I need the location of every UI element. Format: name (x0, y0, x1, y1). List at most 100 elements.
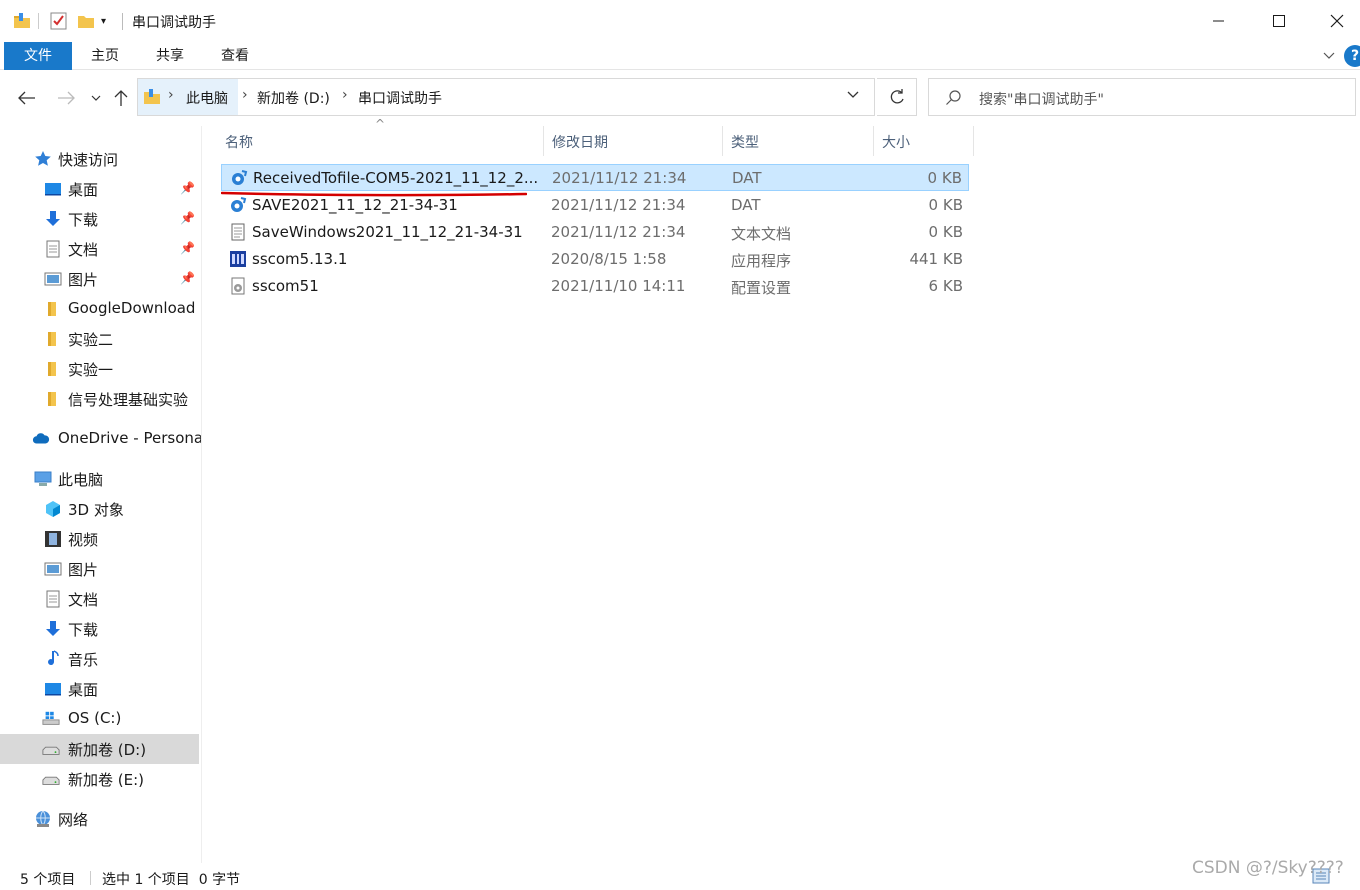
sidebar-item-desktop[interactable]: 桌面 📌 (0, 174, 199, 204)
application-icon (230, 251, 246, 267)
maximize-button[interactable] (1256, 0, 1302, 42)
system-drive-icon (42, 711, 60, 725)
sidebar-item-label: OneDrive - Persona (58, 429, 202, 447)
sidebar-item-videos[interactable]: 视频 (0, 524, 199, 554)
search-box[interactable]: 搜索"串口调试助手" (928, 78, 1356, 116)
sidebar-item-pc-pictures[interactable]: 图片 (0, 554, 199, 584)
file-name: ReceivedTofile-COM5-2021_11_12_2... (253, 169, 539, 187)
sidebar-item-music[interactable]: 音乐 (0, 644, 199, 674)
file-row[interactable]: sscom5.13.1 2020/8/15 1:58 应用程序 441 KB (221, 246, 969, 273)
file-row[interactable]: SaveWindows2021_11_12_21-34-31 2021/11/1… (221, 219, 969, 246)
search-input[interactable]: 搜索"串口调试助手" (979, 89, 1104, 109)
navigation-bar: › 此电脑 › 新加卷 (D:) › 串口调试助手 搜索"串口调试助手" (0, 70, 1360, 126)
file-size: 0 KB (928, 223, 963, 241)
close-button[interactable] (1314, 0, 1360, 42)
download-icon (46, 621, 60, 636)
sidebar-item-documents[interactable]: 文档 📌 (0, 234, 199, 264)
sidebar-item-label: 桌面 (68, 181, 99, 199)
sidebar-item-onedrive[interactable]: OneDrive - Persona (0, 424, 202, 454)
chevron-right-icon[interactable]: › (342, 87, 348, 103)
help-button[interactable]: ? (1344, 45, 1360, 67)
ribbon-tabs: 文件 主页 共享 查看 ? (0, 42, 1360, 70)
pin-icon[interactable]: 📌 (180, 241, 195, 255)
sidebar-item-downloads[interactable]: 下载 📌 (0, 204, 199, 234)
tab-home[interactable]: 主页 (80, 42, 130, 70)
sidebar-item-pictures[interactable]: 图片 📌 (0, 264, 199, 294)
sidebar-item-this-pc[interactable]: 此电脑 (0, 464, 199, 494)
sidebar-item-label: 新加卷 (D:) (68, 741, 147, 759)
file-name: sscom5.13.1 (252, 250, 348, 268)
file-size: 0 KB (928, 196, 963, 214)
computer-icon (34, 471, 52, 486)
customize-toolbar-icon[interactable]: ▾ (101, 10, 106, 32)
divider (38, 13, 39, 29)
picture-icon (44, 562, 62, 576)
sidebar-item-label: GoogleDownload (68, 299, 196, 317)
sidebar-item-quick-access[interactable]: 快速访问 (0, 144, 199, 174)
expand-ribbon-icon[interactable] (1322, 48, 1336, 66)
sidebar-item-label: 此电脑 (58, 471, 104, 489)
address-dropdown-icon[interactable] (846, 87, 860, 105)
folder-icon (48, 362, 56, 376)
tab-share[interactable]: 共享 (145, 42, 195, 70)
sidebar-item-pc-desktop[interactable]: 桌面 (0, 674, 199, 704)
file-date: 2021/11/10 14:11 (551, 277, 686, 295)
sidebar-item-experiment-2[interactable]: 实验二 (0, 324, 199, 354)
file-row[interactable]: ReceivedTofile-COM5-2021_11_12_2... 2021… (221, 164, 969, 191)
column-header-label: 修改日期 (552, 135, 608, 151)
file-date: 2021/11/12 21:34 (552, 169, 687, 187)
sidebar-item-experiment-1[interactable]: 实验一 (0, 354, 199, 384)
pin-icon[interactable]: 📌 (180, 211, 195, 225)
sidebar-item-label: 文档 (68, 241, 99, 259)
sidebar-item-pc-downloads[interactable]: 下载 (0, 614, 199, 644)
desktop-icon (45, 683, 61, 696)
sidebar-item-label: 快速访问 (58, 151, 119, 169)
document-icon (46, 590, 60, 608)
back-button[interactable] (15, 86, 39, 110)
sidebar-item-drive-d[interactable]: 新加卷 (D:) (0, 734, 199, 764)
folder-icon (48, 332, 56, 346)
breadcrumb-current-folder[interactable]: 串口调试助手 (358, 88, 442, 108)
file-row[interactable]: sscom51 2021/11/10 14:11 配置设置 6 KB (221, 273, 969, 300)
red-underline-annotation (221, 191, 527, 197)
new-folder-icon[interactable] (77, 10, 95, 32)
tab-file[interactable]: 文件 (4, 42, 72, 70)
column-header-size[interactable]: 大小 (874, 126, 974, 156)
file-size: 0 KB (927, 169, 962, 187)
sidebar-item-drive-c[interactable]: OS (C:) (0, 704, 199, 734)
sidebar-item-label: 实验一 (68, 361, 114, 379)
pin-icon[interactable]: 📌 (180, 181, 195, 195)
file-date: 2021/11/12 21:34 (551, 223, 686, 241)
sidebar-item-pc-documents[interactable]: 文档 (0, 584, 199, 614)
status-bar: 5 个项目 选中 1 个项目 0 字节 (0, 863, 1360, 890)
recent-locations-button[interactable] (84, 86, 108, 110)
sidebar-item-label: 音乐 (68, 651, 99, 669)
address-bar[interactable]: › 此电脑 › 新加卷 (D:) › 串口调试助手 (137, 78, 875, 116)
refresh-button[interactable] (877, 78, 917, 116)
chevron-right-icon[interactable]: › (242, 87, 248, 103)
column-header-date[interactable]: 修改日期 (544, 126, 723, 156)
folder-icon (48, 392, 56, 406)
properties-icon[interactable] (50, 10, 68, 32)
cube-icon (46, 501, 60, 517)
watermark: CSDN @?/Sky???? (1192, 858, 1344, 878)
sidebar-item-3d-objects[interactable]: 3D 对象 (0, 494, 199, 524)
column-header-name[interactable]: 名称 ^ (217, 117, 544, 156)
music-note-icon (48, 650, 59, 666)
sidebar-item-signal-processing[interactable]: 信号处理基础实验 (0, 384, 199, 414)
search-icon (946, 90, 961, 105)
column-header-type[interactable]: 类型 (723, 126, 874, 156)
divider (90, 871, 91, 885)
sidebar-item-network[interactable]: 网络 (0, 804, 199, 834)
forward-button[interactable] (54, 86, 78, 110)
breadcrumb-drive-d[interactable]: 新加卷 (D:) (257, 88, 330, 108)
tab-view[interactable]: 查看 (210, 42, 260, 70)
minimize-button[interactable] (1196, 0, 1242, 42)
film-icon (45, 531, 61, 547)
up-button[interactable] (109, 86, 133, 110)
pin-icon[interactable]: 📌 (180, 271, 195, 285)
divider (122, 13, 123, 30)
sidebar-item-drive-e[interactable]: 新加卷 (E:) (0, 764, 199, 794)
sidebar-item-googledownload[interactable]: GoogleDownload (0, 294, 199, 324)
breadcrumb-this-pc[interactable]: 此电脑 (186, 88, 228, 108)
